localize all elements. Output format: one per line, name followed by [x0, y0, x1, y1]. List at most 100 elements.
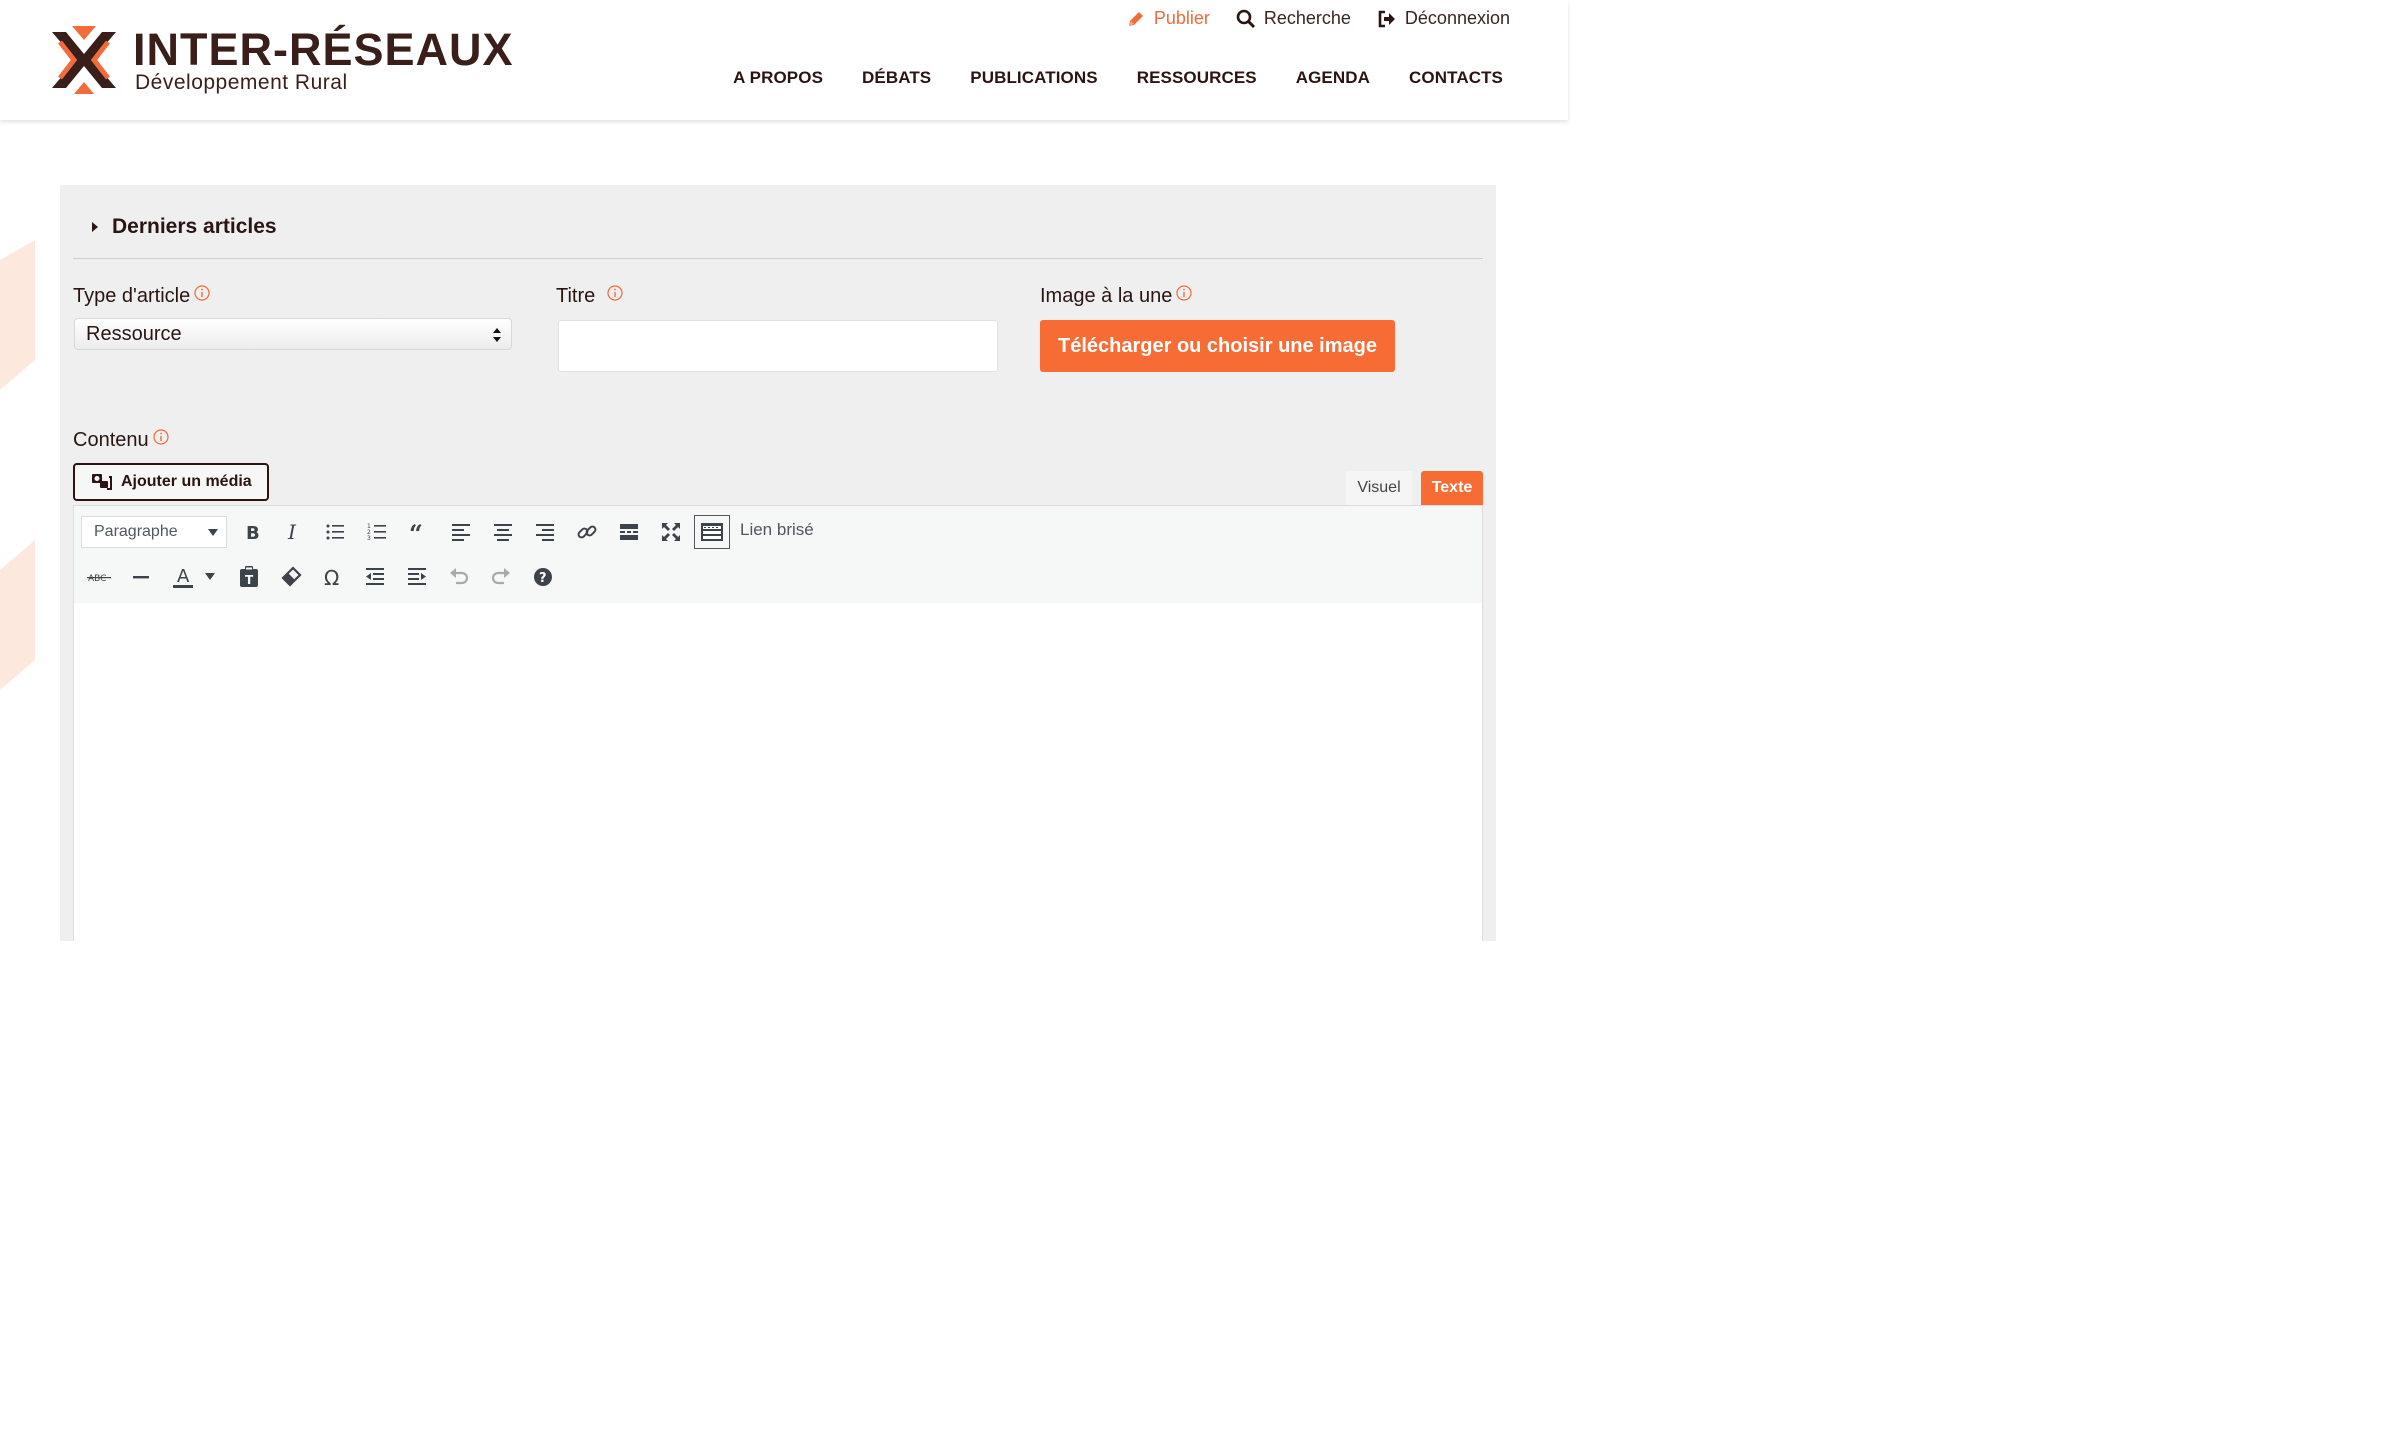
content-label-text: Contenu	[73, 429, 149, 451]
brand-subtitle: Développement Rural	[135, 71, 348, 94]
indent-icon	[408, 568, 426, 585]
align-center-button[interactable]	[488, 517, 518, 547]
info-icon[interactable]	[153, 429, 169, 445]
decorative-left-shapes	[0, 240, 35, 690]
outdent-button[interactable]	[360, 562, 390, 592]
chevron-down-icon	[205, 573, 215, 580]
text-color-button[interactable]: A	[168, 562, 198, 592]
content-label: Contenu	[73, 429, 169, 452]
undo-icon	[450, 568, 469, 585]
blockquote-icon: “	[409, 522, 423, 542]
align-right-icon	[536, 524, 554, 541]
align-left-icon	[452, 524, 470, 541]
chevron-down-icon	[208, 529, 218, 536]
upload-image-button[interactable]: Télécharger ou choisir une image	[1040, 320, 1395, 372]
article-type-label-text: Type d'article	[73, 285, 191, 307]
editor-toolbar: Paragraphe B I 123 “ Lien brisé ABC A T …	[74, 506, 1482, 604]
blockquote-button[interactable]: “	[404, 517, 434, 547]
redo-button[interactable]	[486, 562, 516, 592]
nav-item-contacts[interactable]: CONTACTS	[1409, 68, 1503, 88]
link-icon	[577, 525, 597, 539]
search-label: Recherche	[1263, 8, 1351, 28]
format-select-value: Paragraphe	[94, 523, 178, 540]
featured-image-label: Image à la une	[1040, 285, 1192, 308]
tab-text[interactable]: Texte	[1421, 471, 1483, 505]
nav-item-agenda[interactable]: AGENDA	[1296, 68, 1370, 88]
paste-text-button[interactable]: T	[234, 562, 264, 592]
add-media-label: Ajouter un média	[121, 473, 252, 490]
italic-button[interactable]: I	[278, 517, 308, 547]
search-icon	[1236, 9, 1255, 28]
logo-mark-icon[interactable]	[44, 20, 124, 100]
publish-link[interactable]: Publier	[1126, 8, 1210, 29]
read-more-button[interactable]	[614, 517, 644, 547]
special-character-icon: Ω	[324, 566, 339, 588]
horizontal-line-button[interactable]	[126, 562, 156, 592]
title-label-text: Titre	[556, 285, 596, 307]
align-right-button[interactable]	[530, 517, 560, 547]
article-type-select[interactable]: Ressource	[74, 318, 512, 350]
top-utility-bar: Publier Recherche Déconnexion	[1126, 8, 1510, 29]
fullscreen-icon	[662, 523, 680, 541]
outdent-icon	[366, 568, 384, 585]
bold-button[interactable]: B	[237, 517, 267, 547]
undo-button[interactable]	[444, 562, 474, 592]
horizontal-line-icon	[133, 576, 149, 579]
svg-text:A: A	[177, 566, 190, 587]
special-character-button[interactable]: Ω	[318, 562, 348, 592]
help-button[interactable]: ?	[528, 562, 558, 592]
logout-icon	[1378, 10, 1395, 27]
logout-link[interactable]: Déconnexion	[1377, 8, 1510, 29]
nav-item-publications[interactable]: PUBLICATIONS	[970, 68, 1097, 88]
format-select[interactable]: Paragraphe	[81, 516, 227, 548]
article-type-label: Type d'article	[73, 285, 210, 308]
article-type-value: Ressource	[86, 322, 182, 345]
broken-link-button[interactable]: Lien brisé	[740, 520, 814, 540]
read-more-icon	[620, 524, 638, 540]
recent-articles-title: Derniers articles	[112, 215, 277, 238]
toolbar-toggle-icon	[701, 523, 723, 541]
indent-button[interactable]	[402, 562, 432, 592]
search-link[interactable]: Recherche	[1236, 8, 1351, 29]
clear-formatting-button[interactable]	[276, 562, 306, 592]
link-button[interactable]	[572, 517, 602, 547]
recent-articles-toggle[interactable]: Derniers articles	[90, 215, 277, 239]
align-left-button[interactable]	[446, 517, 476, 547]
align-center-icon	[494, 524, 512, 541]
info-icon[interactable]	[607, 285, 623, 301]
nav-item-debats[interactable]: DÉBATS	[862, 68, 931, 88]
logout-label: Déconnexion	[1404, 8, 1510, 28]
svg-text:3: 3	[367, 535, 371, 542]
toolbar-toggle-button[interactable]	[694, 515, 730, 549]
info-icon[interactable]	[1176, 285, 1192, 301]
select-arrows-icon	[493, 328, 501, 342]
info-icon[interactable]	[194, 285, 210, 301]
brand-title[interactable]: INTER-RÉSEAUX	[133, 22, 514, 78]
title-input[interactable]	[558, 320, 998, 372]
nav-item-ressources[interactable]: RESSOURCES	[1137, 68, 1257, 88]
fullscreen-button[interactable]	[656, 517, 686, 547]
tab-visual[interactable]: Visuel	[1346, 471, 1412, 505]
nav-item-a-propos[interactable]: A PROPOS	[733, 68, 823, 88]
add-media-button[interactable]: Ajouter un média	[73, 463, 269, 501]
text-color-dropdown[interactable]	[200, 562, 220, 592]
editor-content-area[interactable]	[74, 603, 1482, 942]
svg-text:I: I	[287, 522, 297, 542]
bold-icon: B	[246, 523, 260, 542]
strikethrough-button[interactable]: ABC	[84, 562, 114, 592]
content-editor: Paragraphe B I 123 “ Lien brisé ABC A T …	[73, 505, 1483, 942]
publish-label: Publier	[1153, 8, 1210, 28]
main-nav: A PROPOS DÉBATS PUBLICATIONS RESSOURCES …	[733, 68, 1503, 88]
title-label: Titre	[556, 285, 623, 308]
svg-text:ABC: ABC	[88, 574, 106, 584]
strikethrough-icon: ABC	[87, 574, 111, 584]
bullet-list-button[interactable]	[320, 517, 350, 547]
svg-text:Ω: Ω	[324, 566, 339, 588]
numbered-list-icon: 123	[367, 523, 386, 542]
svg-text:B: B	[246, 523, 260, 542]
section-divider	[73, 258, 1483, 259]
paste-text-icon: T	[240, 566, 258, 587]
numbered-list-button[interactable]: 123	[362, 517, 392, 547]
article-form-panel: Derniers articles Type d'article Ressour…	[60, 185, 1496, 942]
svg-text:?: ?	[539, 571, 547, 586]
